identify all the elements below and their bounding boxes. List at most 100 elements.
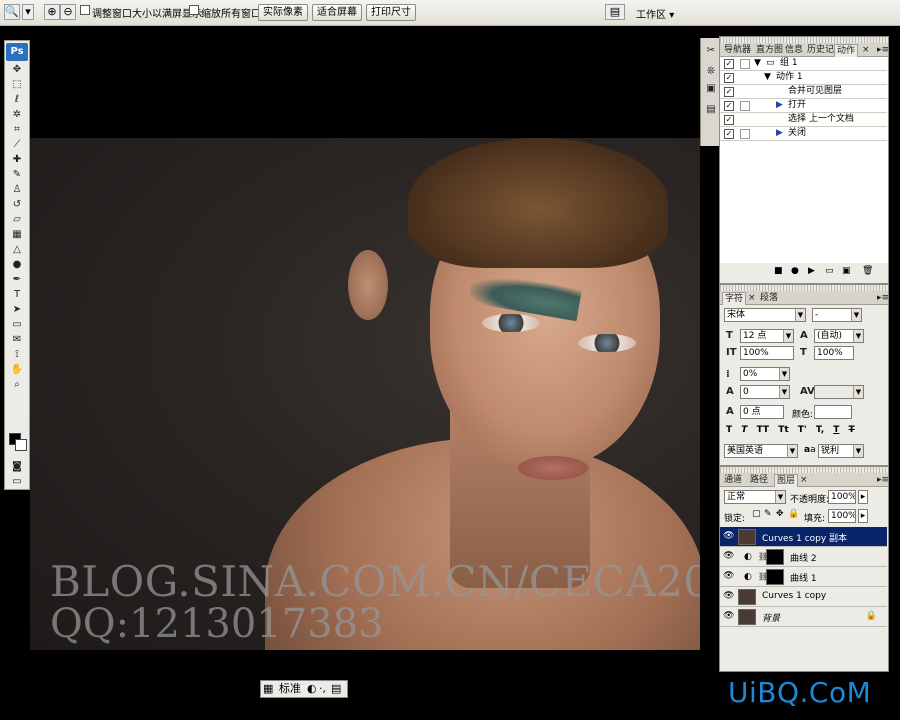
tab-paragraph[interactable]: 段落 — [758, 292, 780, 305]
lock-transparency-icon[interactable]: ▢ — [752, 509, 761, 519]
workspace-menu[interactable]: 工作区 ▾ — [636, 6, 674, 21]
lock-image-icon[interactable]: ✎ — [764, 509, 772, 519]
background-color-swatch[interactable] — [15, 439, 27, 451]
eye-icon[interactable]: 👁 — [723, 572, 734, 581]
dialog-toggle[interactable] — [740, 129, 750, 139]
font-size-field[interactable]: 12 点 ▼ — [740, 329, 794, 343]
action-row-group[interactable]: ✓ ▼ ▭ 组 1 — [720, 57, 887, 71]
opacity-field[interactable]: 100% — [828, 490, 856, 504]
keyboard-icon[interactable]: ▤ — [331, 681, 341, 697]
type-tool-icon[interactable]: T — [7, 288, 27, 301]
eraser-tool-icon[interactable]: ▱ — [7, 213, 27, 226]
zoom-tool-icon[interactable]: 🔍 — [4, 4, 20, 20]
blend-mode-select[interactable]: 正常 ▼ — [724, 490, 786, 504]
layer-row[interactable]: 👁 背景 🔒 — [720, 607, 887, 627]
font-family-select[interactable]: 宋体 ▼ — [724, 308, 806, 322]
close-tab-icon[interactable]: × — [860, 44, 872, 57]
moon-icon[interactable]: ◐ — [307, 681, 317, 697]
tool-presets-icon[interactable]: ✂ — [701, 44, 721, 57]
eye-icon[interactable]: 👁 — [723, 532, 734, 541]
layer-comps-icon[interactable]: ▣ — [701, 82, 721, 95]
tab-paths[interactable]: 路径 — [748, 474, 770, 487]
opacity-slider-button[interactable]: ▸ — [858, 490, 868, 504]
ime-mode-label[interactable]: 标准 — [279, 681, 301, 697]
panel-menu-icon[interactable]: ▸≡ — [875, 474, 891, 487]
layer-row[interactable]: 👁 Curves 1 copy 副本 — [720, 527, 887, 547]
text-color-swatch[interactable] — [814, 405, 852, 419]
eyedropper-tool-icon[interactable]: ⟟ — [7, 348, 27, 361]
action-enabled-checkbox[interactable]: ✓ — [724, 115, 734, 125]
zoom-in-icon[interactable]: ⊕ — [44, 4, 60, 20]
hand-tool-icon[interactable]: ✋ — [7, 363, 27, 376]
action-enabled-checkbox[interactable]: ✓ — [724, 59, 734, 69]
eye-icon[interactable]: 👁 — [723, 612, 734, 621]
tool-preset-dropdown[interactable]: ▾ — [22, 4, 34, 20]
action-enabled-checkbox[interactable]: ✓ — [724, 73, 734, 83]
pen-tool-icon[interactable]: ✒ — [7, 273, 27, 286]
expand-icon[interactable]: ▼ — [754, 57, 761, 70]
tab-info[interactable]: 信息 — [783, 44, 805, 57]
fit-screen-button[interactable]: 适合屏幕 — [312, 4, 362, 21]
dialog-toggle[interactable] — [740, 59, 750, 69]
panel-menu-icon[interactable]: ▸≡ — [875, 44, 891, 57]
print-size-button[interactable]: 打印尺寸 — [366, 4, 416, 21]
crop-tool-icon[interactable]: ⌗ — [7, 123, 27, 136]
action-enabled-checkbox[interactable]: ✓ — [724, 101, 734, 111]
horizontal-scale-field[interactable]: 100% — [814, 346, 854, 360]
expand-icon[interactable]: ▶ — [776, 99, 783, 112]
quick-mask-icon[interactable]: ◙ — [7, 460, 27, 473]
blur-tool-icon[interactable]: △ — [7, 243, 27, 256]
subscript-button[interactable]: T, — [816, 425, 824, 435]
gradient-tool-icon[interactable]: ▦ — [7, 228, 27, 241]
zoom-out-icon[interactable]: ⊖ — [60, 4, 76, 20]
notes-tool-icon[interactable]: ✉ — [7, 333, 27, 346]
info-panel-icon[interactable]: ▤ — [701, 103, 721, 116]
expand-icon[interactable]: ▼ — [764, 71, 771, 84]
superscript-button[interactable]: T' — [798, 425, 807, 435]
strikethrough-button[interactable]: T — [849, 425, 855, 435]
small-caps-button[interactable]: Tt — [778, 425, 788, 435]
actual-pixels-button[interactable]: 实际像素 — [258, 4, 308, 21]
brushes-icon[interactable]: ❊ — [701, 65, 721, 78]
tsume-field[interactable]: 0% ▼ — [740, 367, 790, 381]
kerning-select[interactable]: ▼ — [814, 385, 864, 399]
leading-field[interactable]: (自动) ▼ — [814, 329, 864, 343]
ime-status-bar[interactable]: ▦ 标准 ◐ ·, ▤ — [260, 680, 348, 698]
font-style-select[interactable]: - ▼ — [812, 308, 862, 322]
action-enabled-checkbox[interactable]: ✓ — [724, 129, 734, 139]
punctuation-icon[interactable]: ·, — [319, 681, 326, 697]
action-row-select[interactable]: ✓ 选择 上一个文档 — [720, 113, 887, 127]
eye-icon[interactable]: 👁 — [723, 592, 734, 601]
new-set-icon[interactable]: ▭ — [825, 266, 834, 276]
tab-character[interactable]: 字符 — [722, 292, 747, 305]
palette-well-icon[interactable]: ▤ — [605, 4, 625, 20]
action-row-close[interactable]: ✓ ▶ 关闭 — [720, 127, 887, 141]
tab-layers[interactable]: 图层 — [774, 474, 799, 487]
action-row-action1[interactable]: ✓ ▼ 动作 1 — [720, 71, 887, 85]
panel-menu-icon[interactable]: ▸≡ — [875, 292, 891, 305]
dodge-tool-icon[interactable]: ● — [7, 258, 27, 271]
language-select[interactable]: 美国英语 ▼ — [724, 444, 798, 458]
stop-icon[interactable]: ■ — [774, 266, 783, 276]
eye-icon[interactable]: 👁 — [723, 552, 734, 561]
tracking-field[interactable]: 0 ▼ — [740, 385, 790, 399]
new-action-icon[interactable]: ▣ — [842, 266, 851, 276]
play-icon[interactable]: ▶ — [808, 266, 815, 276]
magic-wand-tool-icon[interactable]: ✲ — [7, 108, 27, 121]
action-row-open[interactable]: ✓ ▶ 打开 — [720, 99, 887, 113]
trash-icon[interactable]: 🗑 — [862, 266, 873, 276]
close-tab-icon[interactable]: × — [798, 474, 810, 487]
marquee-tool-icon[interactable]: ⬚ — [7, 78, 27, 91]
tab-actions[interactable]: 动作 — [834, 44, 859, 57]
dialog-toggle[interactable] — [740, 101, 750, 111]
slice-tool-icon[interactable]: ⟋ — [7, 138, 27, 151]
resize-windows-checkbox[interactable] — [80, 5, 90, 15]
ime-logo-icon[interactable]: ▦ — [263, 681, 273, 697]
document-canvas[interactable]: BLOG.SINA.COM.CN/CECA2002 QQ:1213017383 — [30, 26, 700, 650]
faux-bold-button[interactable]: T — [726, 425, 732, 435]
zoom-all-checkbox[interactable] — [189, 5, 199, 15]
healing-brush-icon[interactable]: ✚ — [7, 153, 27, 166]
move-tool-icon[interactable]: ✥ — [7, 63, 27, 76]
zoom-tool-box-icon[interactable]: ⌕ — [7, 378, 27, 391]
tab-navigator[interactable]: 导航器 — [722, 44, 753, 57]
